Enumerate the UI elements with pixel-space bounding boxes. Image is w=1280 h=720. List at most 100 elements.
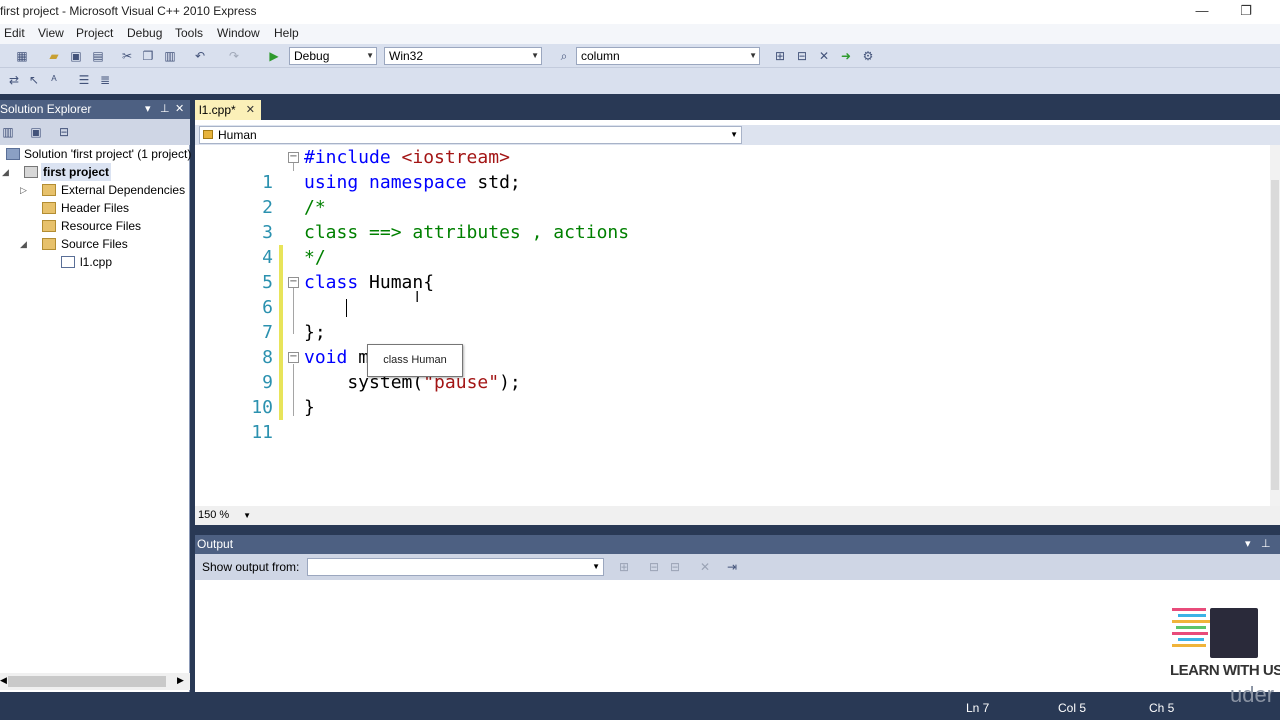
collapse-icon[interactable]: − [288, 152, 299, 163]
collapse-arrow-icon[interactable]: ◢ [2, 163, 9, 181]
solution-icon [6, 148, 20, 160]
clear-all-icon[interactable]: ✕ [697, 559, 713, 575]
code-token: } [304, 397, 315, 418]
class-scope-select[interactable]: Human ▼ [199, 126, 742, 144]
properties-icon[interactable]: ▥ [0, 124, 16, 140]
solution-configuration-select[interactable]: Debug ▼ [289, 47, 377, 65]
tree-item-label: External Dependencies [61, 183, 186, 197]
tree-item-source-files[interactable]: ◢ Source Files [0, 235, 190, 253]
chevron-down-icon: ▼ [366, 51, 374, 60]
undo-icon[interactable]: ↶ [192, 48, 208, 64]
tree-item-header-files[interactable]: Header Files [0, 199, 190, 217]
menu-window[interactable]: Window [217, 26, 260, 40]
code-token: ); [499, 372, 521, 393]
redo-icon[interactable]: ↷ [226, 48, 242, 64]
code-area[interactable]: 1 − #include <iostream> 2 using namespac… [195, 145, 1270, 506]
find-input[interactable]: column ▼ [576, 47, 760, 65]
close-icon[interactable]: ✕ [175, 100, 184, 119]
status-bar: Ln 7 Col 5 Ch 5 [0, 692, 1280, 720]
menu-view[interactable]: View [38, 26, 64, 40]
find-message-icon[interactable]: ⊞ [616, 559, 632, 575]
comment-out-icon[interactable]: ≣ [97, 72, 113, 88]
chevron-down-icon: ▼ [243, 511, 251, 520]
cut-icon[interactable]: ✂ [119, 48, 135, 64]
document-tabs: l1.cpp* ✕ [195, 100, 1280, 120]
scroll-right-icon[interactable]: ▶ [177, 675, 184, 686]
complete-word-icon[interactable]: ᴬ [46, 72, 62, 88]
outdent-icon[interactable]: ☰ [76, 72, 92, 88]
parameter-info-icon[interactable]: ↖ [26, 72, 42, 88]
code-token: namespace [369, 172, 467, 193]
menu-project[interactable]: Project [76, 26, 113, 40]
tree-item-label: Resource Files [61, 219, 142, 233]
previous-message-icon[interactable]: ⊟ [646, 559, 662, 575]
line-number: 11 [251, 422, 273, 443]
collapse-arrow-icon[interactable]: ◢ [20, 235, 27, 253]
collapse-icon[interactable]: − [288, 277, 299, 288]
vertical-scrollbar[interactable] [1270, 145, 1280, 506]
paste-icon[interactable]: ▥ [162, 48, 178, 64]
platform-value: Win32 [389, 49, 424, 63]
scrollbar-thumb[interactable] [8, 676, 166, 687]
solution-explorer-icon[interactable]: ⊞ [772, 48, 788, 64]
menu-help[interactable]: Help [274, 26, 299, 40]
horizontal-scrollbar[interactable]: ◀ ▶ [0, 673, 190, 690]
tree-item-solution[interactable]: Solution 'first project' (1 project) [0, 145, 191, 163]
minimize-button[interactable]: — [1192, 2, 1212, 20]
tab-label: l1.cpp* [199, 103, 236, 117]
close-icon[interactable]: ✕ [246, 100, 255, 120]
restore-button[interactable]: ❐ [1236, 2, 1256, 20]
output-toolbar: Show output from: ▼ ⊞ ⊟ ⊟ ✕ ⇥ [195, 554, 1280, 580]
collapse-icon[interactable]: − [288, 352, 299, 363]
tree-item-external-dependencies[interactable]: ▷ External Dependencies [0, 181, 190, 199]
save-icon[interactable]: ▣ [68, 48, 84, 64]
zoom-select[interactable]: 150 % ▼ [195, 507, 255, 524]
expand-arrow-icon[interactable]: ▷ [20, 181, 27, 199]
open-file-icon[interactable]: ▰ [46, 48, 62, 64]
folder-icon [42, 202, 56, 214]
word-wrap-icon[interactable]: ⇥ [724, 559, 740, 575]
menu-tools[interactable]: Tools [175, 26, 203, 40]
tree-item-project[interactable]: ◢ first project [0, 163, 190, 181]
pin-icon[interactable]: ⊥ [160, 100, 170, 119]
code-line: 4 class ==> attributes , actions [195, 220, 1270, 295]
logo-stripes [1172, 606, 1214, 654]
refresh-icon[interactable]: ⊟ [56, 124, 72, 140]
window-position-icon[interactable]: ▾ [1245, 535, 1251, 554]
show-all-files-icon[interactable]: ▣ [28, 124, 44, 140]
logo-text: LEARN WITH US [1170, 662, 1280, 679]
toolbox-icon[interactable]: ✕ [816, 48, 832, 64]
extension-manager-icon[interactable]: ⚙ [860, 48, 876, 64]
menu-edit[interactable]: Edit [4, 26, 25, 40]
scrollbar-thumb[interactable] [1271, 180, 1279, 490]
window-position-icon[interactable]: ▾ [145, 100, 151, 119]
solution-explorer-header: Solution Explorer ▾ ⊥ ✕ [0, 100, 190, 119]
tree-item-l1-cpp[interactable]: l1.cpp [0, 253, 190, 271]
output-header: Output ▾ ⊥ [195, 535, 1280, 554]
pin-icon[interactable]: ⊥ [1261, 535, 1271, 554]
tree-item-label: Source Files [61, 237, 128, 251]
output-source-select[interactable]: ▼ [307, 558, 604, 576]
menu-debug[interactable]: Debug [127, 26, 162, 40]
properties-icon[interactable]: ⊟ [794, 48, 810, 64]
solution-platform-select[interactable]: Win32 ▼ [384, 47, 542, 65]
text-caret [346, 299, 347, 317]
start-debugging-icon[interactable]: ▶ [266, 48, 282, 64]
copy-icon[interactable]: ❐ [140, 48, 156, 64]
quick-info-icon[interactable]: ⇄ [6, 72, 22, 88]
new-project-icon[interactable]: ▦ [14, 48, 30, 64]
save-all-icon[interactable]: ▤ [90, 48, 106, 64]
tab-l1-cpp[interactable]: l1.cpp* ✕ [195, 100, 261, 120]
next-message-icon[interactable]: ⊟ [667, 559, 683, 575]
tree-item-label: l1.cpp [80, 255, 113, 269]
code-token: }; [304, 322, 326, 343]
navigation-bar: Human ▼ [195, 125, 1280, 145]
code-line: 5 */ [195, 245, 1270, 320]
start-page-icon[interactable]: ➜ [838, 48, 854, 64]
scroll-left-icon[interactable]: ◀ [0, 675, 7, 686]
find-in-files-icon[interactable]: ⌕ [556, 48, 572, 64]
code-token: */ [304, 247, 326, 268]
tree-item-label: Header Files [61, 201, 130, 215]
tree-item-resource-files[interactable]: Resource Files [0, 217, 190, 235]
